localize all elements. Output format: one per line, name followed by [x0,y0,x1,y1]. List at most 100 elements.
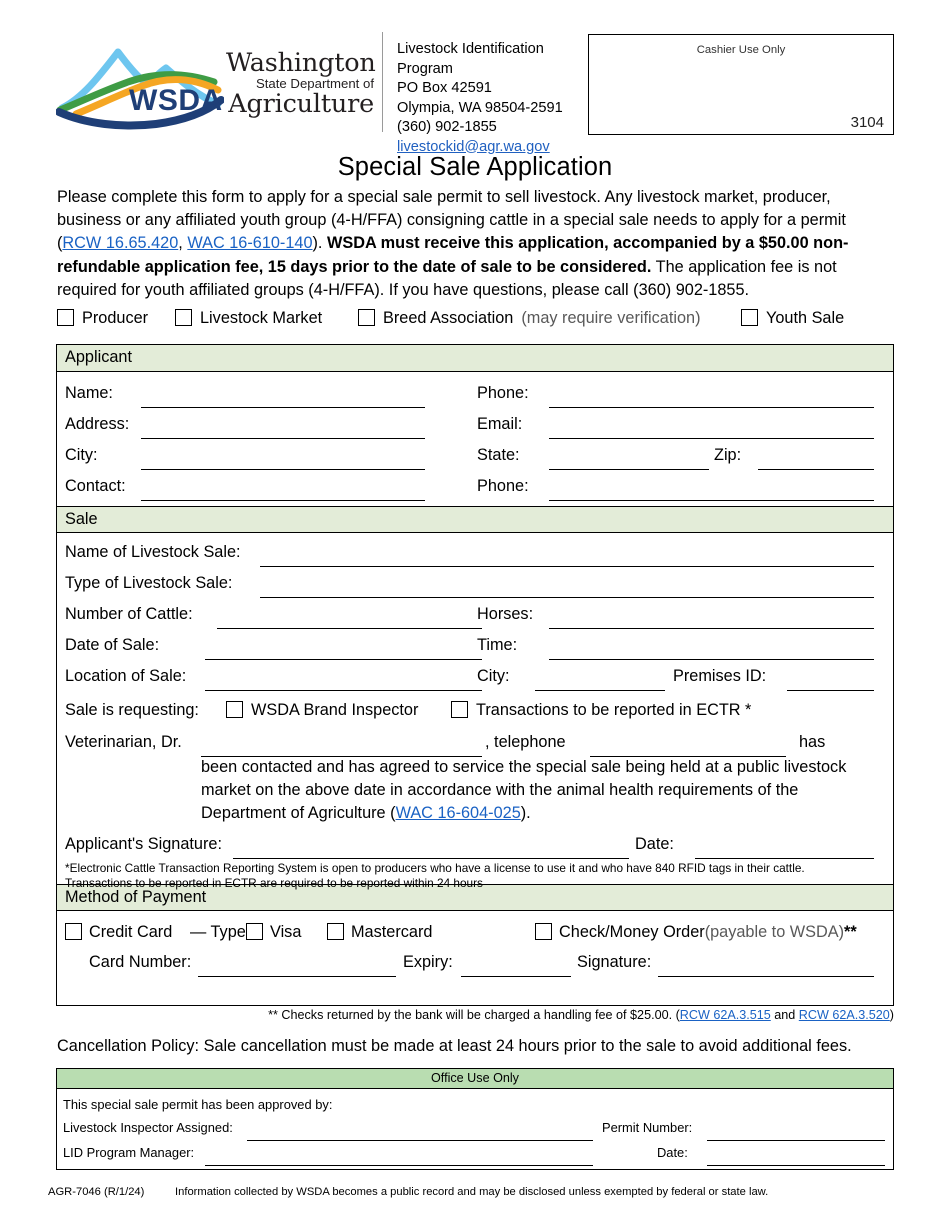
address-line-1: Livestock Identification Program [397,41,544,77]
input-location-of-sale[interactable] [205,690,482,691]
wac-16-610-140-link[interactable]: WAC 16-610-140 [187,234,312,252]
label-zip: Zip: [714,446,742,464]
input-sale-city[interactable] [535,690,665,691]
checkbox-credit-card-group[interactable]: Credit Card [65,923,172,942]
checkbox-livestock-market[interactable] [175,309,192,326]
checkbox-youth-sale[interactable] [741,309,758,326]
label-breed-association-note: (may require verification) [521,309,701,327]
checkbox-mastercard[interactable] [327,923,344,940]
checkbox-brand-inspector[interactable] [226,701,243,718]
checkbox-producer[interactable] [57,309,74,326]
address-line-2: PO Box 42591 [397,80,492,96]
input-address[interactable] [141,438,425,439]
wac-16-604-025-link[interactable]: WAC 16-604-025 [396,804,521,822]
input-name-of-sale[interactable] [260,566,874,567]
checkbox-youth-sale-group[interactable]: Youth Sale [741,309,844,328]
label-contact: Contact: [65,477,126,495]
vet-paragraph-line-1: been contacted and has agreed to service… [201,758,847,776]
checkbox-mastercard-group[interactable]: Mastercard [327,923,432,942]
checkbox-ectr[interactable] [451,701,468,718]
label-permit-number: Permit Number: [602,1120,693,1135]
input-expiry[interactable] [461,976,571,977]
label-email: Email: [477,415,523,433]
label-date-of-sale: Date of Sale: [65,636,160,654]
label-has: has [799,733,826,751]
label-breed-association: Breed Association [383,309,514,327]
checkbox-producer-group[interactable]: Producer [57,309,148,328]
form-page: WSDA Washington State Department of Agri… [0,0,950,1230]
input-applicant-signature[interactable] [233,858,629,859]
checkbox-ectr-group[interactable]: Transactions to be reported in ECTR * [451,701,751,720]
applicant-type-checkbox-row: Producer Livestock Market Breed Associat… [57,309,893,334]
office-use-only-box: Office Use Only This special sale permit… [56,1068,894,1170]
checks-note-text-pre: ** Checks returned by the bank will be c… [268,1008,680,1022]
input-phone-2[interactable] [549,500,874,501]
input-card-number[interactable] [198,976,396,977]
input-permit-number[interactable] [707,1140,885,1141]
checkbox-livestock-market-group[interactable]: Livestock Market [175,309,322,328]
payment-fields: Credit Card — Type: Visa Mastercard Chec… [57,911,893,985]
vet-paragraph-line-2: market on the above date in accordance w… [201,781,799,800]
input-email[interactable] [549,438,874,439]
label-check-asterisk: ** [844,923,857,941]
input-inspector-assigned[interactable] [247,1140,593,1141]
rcw-16-65-420-link[interactable]: RCW 16.65.420 [62,234,178,252]
rcw-62a-3-520-link[interactable]: RCW 62A.3.520 [799,1008,890,1022]
cashier-use-only-box: Cashier Use Only 3104 [588,34,894,135]
label-mastercard: Mastercard [351,923,433,941]
input-contact[interactable] [141,500,425,501]
veterinarian-paragraph: been contacted and has agreed to service… [201,756,877,826]
input-lid-program-manager[interactable] [205,1165,593,1166]
page-header: WSDA Washington State Department of Agri… [56,32,894,155]
label-city: City: [65,446,98,464]
input-horses[interactable] [549,628,874,629]
checkbox-brand-inspector-group[interactable]: WSDA Brand Inspector [226,701,418,720]
intro-sep-1: , [178,234,188,253]
input-name[interactable] [141,407,425,408]
main-form-box: Applicant Name: Phone: Address: Email: C… [56,344,894,1006]
input-premises-id[interactable] [787,690,874,691]
label-address: Address: [65,415,130,433]
input-time[interactable] [549,659,874,660]
label-location-of-sale: Location of Sale: [65,667,187,685]
label-card-type: — Type: [190,923,251,941]
input-state[interactable] [549,469,709,470]
input-signature-date[interactable] [695,858,874,859]
footnote-ectr-line-1: *Electronic Cattle Transaction Reporting… [65,861,805,875]
checkbox-credit-card[interactable] [65,923,82,940]
label-applicant-signature: Applicant's Signature: [65,835,222,853]
label-brand-inspector: WSDA Brand Inspector [251,701,419,719]
input-office-date[interactable] [707,1165,885,1166]
office-use-fields: This special sale permit has been approv… [57,1089,893,1169]
input-type-of-sale[interactable] [260,597,874,598]
checks-note-text-post: ) [889,1008,894,1022]
section-header-office-use: Office Use Only [57,1069,893,1089]
checkbox-breed-association[interactable] [358,309,375,326]
input-card-signature[interactable] [658,976,874,977]
checkbox-breed-association-group[interactable]: Breed Association (may require verificati… [358,309,701,328]
label-state: State: [477,446,520,464]
label-approved-by: This special sale permit has been approv… [63,1097,333,1112]
checkbox-visa[interactable] [246,923,263,940]
label-producer: Producer [82,309,149,327]
svg-text:WSDA: WSDA [129,84,223,117]
checks-note-text-mid: and [770,1008,799,1022]
checkbox-check-money-order-group[interactable]: Check/Money Order(payable to WSDA)** [535,923,857,942]
input-phone-1[interactable] [549,407,874,408]
cashier-use-only-label: Cashier Use Only [696,44,786,56]
agency-address-block: Livestock Identification Program PO Box … [397,32,593,157]
label-time: Time: [477,636,518,654]
checkbox-visa-group[interactable]: Visa [246,923,301,942]
rcw-62a-3-515-link[interactable]: RCW 62A.3.515 [680,1008,771,1022]
input-city[interactable] [141,469,425,470]
label-youth-sale: Youth Sale [766,309,845,327]
input-number-of-cattle[interactable] [217,628,482,629]
wsda-logo: WSDA Washington State Department of Agri… [56,32,378,136]
input-date-of-sale[interactable] [205,659,482,660]
label-expiry: Expiry: [403,953,453,971]
cancellation-policy: Cancellation Policy: Sale cancellation m… [57,1037,852,1055]
wsda-logo-mark: WSDA [56,48,224,130]
checkbox-check-money-order[interactable] [535,923,552,940]
input-zip[interactable] [758,469,874,470]
returned-checks-note: ** Checks returned by the bank will be c… [0,1008,894,1022]
